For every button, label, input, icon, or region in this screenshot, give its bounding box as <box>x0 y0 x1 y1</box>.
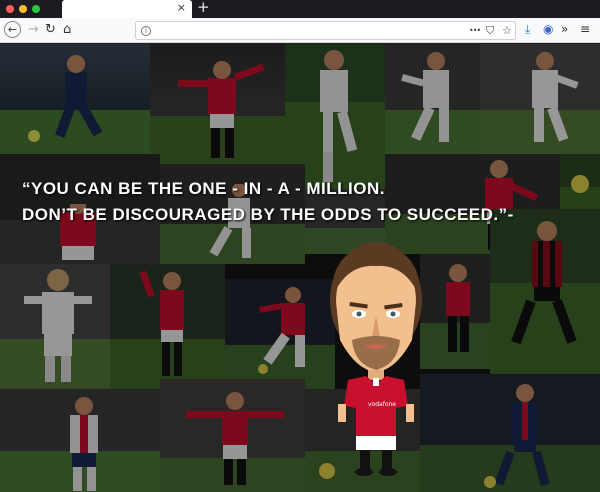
maximize-window-button[interactable] <box>32 5 40 13</box>
close-tab-icon[interactable]: × <box>177 1 186 14</box>
collage-dim-overlay <box>0 44 600 492</box>
menu-icon[interactable]: ≡ <box>580 22 590 36</box>
bookmark-star-icon[interactable]: ☆ <box>502 24 512 37</box>
close-window-button[interactable] <box>6 5 14 13</box>
overflow-icon[interactable]: » <box>561 22 568 36</box>
home-button[interactable]: ⌂ <box>63 22 71 38</box>
reload-button[interactable]: ↻ <box>45 22 56 38</box>
cartoon-caricature: vodafone <box>330 242 422 476</box>
page-content: “You can be the one - in - a - million. … <box>0 44 600 492</box>
back-button[interactable]: ← <box>4 21 21 38</box>
quote-line-2: Don’t be discouraged by the odds to succ… <box>22 205 514 224</box>
active-tab[interactable]: × <box>62 0 192 18</box>
url-bar[interactable]: i ••• ⛉ ☆ <box>135 21 516 40</box>
quote-line-1: “You can be the one - in - a - million. <box>22 179 385 198</box>
downloads-icon[interactable]: ⤓ <box>525 22 530 37</box>
forward-button[interactable]: → <box>28 22 39 38</box>
nav-toolbar: ← → ↻ ⌂ i ••• ⛉ ☆ ⤓ ◉ » ≡ <box>0 18 600 43</box>
page-actions-icon[interactable]: ••• <box>469 26 481 35</box>
minimize-window-button[interactable] <box>19 5 27 13</box>
svg-text:vodafone: vodafone <box>368 401 396 408</box>
site-info-icon[interactable]: i <box>141 26 151 36</box>
tab-strip: × + <box>0 0 600 18</box>
new-tab-button[interactable]: + <box>197 0 210 16</box>
quote-text: “You can be the one - in - a - million. … <box>22 176 514 228</box>
account-icon[interactable]: ◉ <box>543 22 553 36</box>
pocket-icon[interactable]: ⛉ <box>486 24 494 38</box>
